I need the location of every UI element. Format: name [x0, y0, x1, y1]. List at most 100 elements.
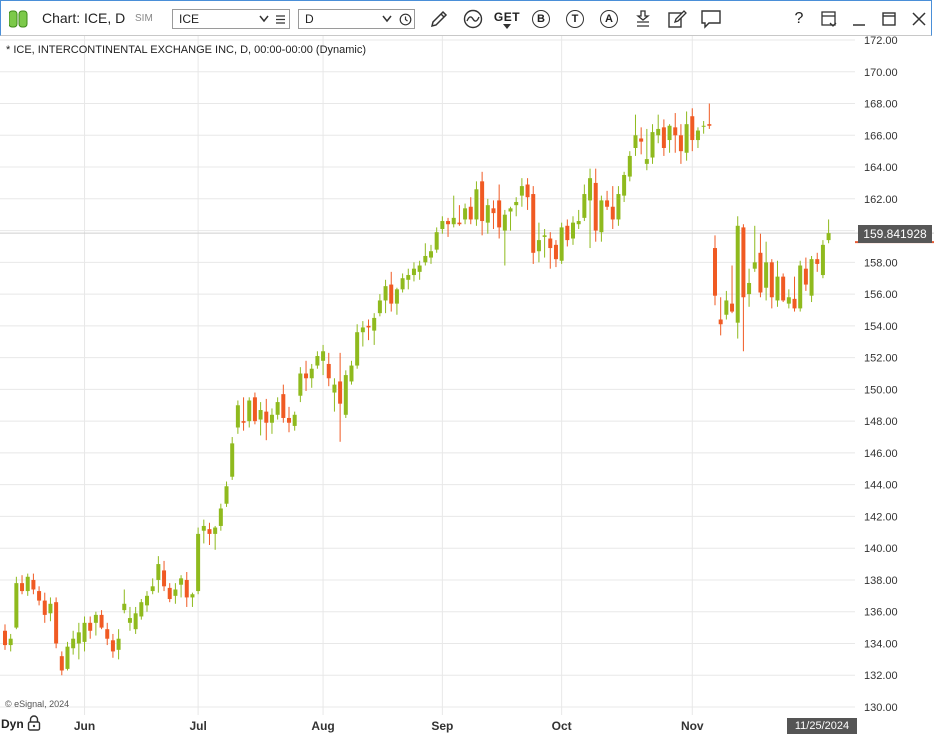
candle-body	[59, 656, 64, 671]
candle-body	[758, 252, 763, 293]
trade-button[interactable]: T	[563, 8, 587, 30]
candle-body	[559, 227, 564, 261]
buy-button[interactable]: B	[529, 8, 553, 30]
alert-label: A	[600, 10, 618, 28]
candle-body	[298, 373, 303, 396]
candle-body	[542, 235, 547, 237]
list-icon[interactable]	[275, 14, 286, 25]
candle-body	[406, 275, 411, 280]
price-chart[interactable]: 130.00 132.00 134.00 136.00 138.00 140.00 142.…	[0, 0, 934, 735]
candle-body	[252, 397, 257, 422]
candle-body	[695, 130, 700, 141]
maximize-icon[interactable]	[877, 8, 901, 30]
candle-body	[809, 259, 814, 296]
candle-body	[747, 282, 752, 295]
candle-body	[71, 638, 76, 649]
candle-body	[690, 116, 695, 141]
candle-body	[417, 265, 422, 272]
candle-body	[735, 225, 740, 323]
interval-input[interactable]: D	[298, 9, 415, 29]
candle-body	[553, 244, 558, 260]
candle-body	[565, 225, 570, 241]
candle-body	[25, 576, 30, 592]
candle-body	[411, 268, 416, 276]
x-tick-label: Jun	[74, 719, 95, 733]
chevron-down-icon[interactable]	[382, 15, 392, 23]
symbol-input[interactable]: ICE	[172, 9, 290, 29]
candle-body	[42, 600, 47, 615]
candle-body	[218, 508, 223, 526]
get-button[interactable]: GET	[493, 8, 521, 30]
candle-body	[508, 208, 513, 212]
dynamic-mode-button[interactable]: Dyn	[1, 717, 24, 731]
candle-body	[162, 570, 167, 587]
candle-body	[110, 640, 115, 652]
candle-body	[474, 189, 479, 220]
close-icon[interactable]	[907, 8, 931, 30]
edit-note-icon[interactable]	[665, 8, 689, 30]
candle-body	[468, 206, 473, 220]
y-tick-label: 170.00	[864, 67, 898, 79]
candle-body	[230, 443, 235, 477]
candle-body	[463, 208, 468, 220]
symbol-value: ICE	[179, 12, 200, 26]
candle-body	[377, 300, 382, 314]
candle-body	[196, 533, 201, 592]
candle-body	[633, 135, 638, 148]
candle-body	[820, 244, 825, 276]
clock-icon[interactable]	[399, 13, 412, 26]
minimize-icon[interactable]	[847, 8, 871, 30]
candle-body	[576, 221, 581, 225]
x-tick-label: Jul	[189, 719, 206, 733]
trade-label: T	[566, 10, 584, 28]
candle-body	[525, 184, 530, 198]
candle-body	[343, 375, 348, 415]
scale-arrows-icon[interactable]	[631, 8, 655, 30]
draw-pencil-icon[interactable]	[427, 8, 451, 30]
candle-body	[269, 414, 274, 423]
candle-body	[190, 594, 195, 598]
candle-body	[826, 233, 831, 241]
get-label: GET	[493, 9, 521, 24]
buy-label: B	[532, 10, 550, 28]
y-tick-label: 148.00	[864, 416, 898, 428]
candle-body	[326, 363, 331, 379]
candle-body	[394, 289, 399, 304]
candle-body	[446, 221, 451, 225]
candle-body	[400, 278, 405, 290]
candle-body	[571, 222, 575, 239]
last-price-label: 159.841928	[858, 225, 932, 243]
alert-button[interactable]: A	[597, 8, 621, 30]
candle-body	[713, 248, 717, 296]
y-tick-label: 158.00	[864, 257, 898, 269]
window-title: Chart: ICE, D	[42, 10, 126, 26]
help-button[interactable]: ?	[787, 8, 811, 30]
study-wave-icon[interactable]	[461, 8, 485, 30]
candle-body	[707, 124, 712, 126]
candle-body	[451, 217, 456, 225]
esignal-logo-icon	[9, 10, 28, 28]
candle-body	[133, 613, 138, 630]
y-tick-label: 130.00	[864, 702, 898, 714]
candle-body	[8, 638, 13, 646]
candle-body	[724, 300, 729, 315]
candle-body	[519, 186, 524, 196]
lock-icon[interactable]	[27, 715, 41, 731]
candle-body	[360, 327, 365, 333]
candle-body	[752, 262, 757, 269]
candle-body	[434, 232, 439, 250]
candle-body	[548, 238, 553, 249]
chat-icon[interactable]	[699, 8, 723, 30]
candle-body	[338, 381, 343, 404]
chevron-down-icon[interactable]	[259, 15, 269, 23]
candle-body	[3, 630, 7, 646]
sim-badge: SIM	[135, 13, 153, 24]
candle-body	[48, 603, 53, 614]
link-window-icon[interactable]	[817, 8, 841, 30]
x-tick-label: Nov	[681, 719, 704, 733]
candle-body	[315, 356, 320, 366]
y-tick-label: 134.00	[864, 638, 898, 650]
y-tick-label: 136.00	[864, 607, 898, 619]
candle-body	[37, 591, 42, 601]
candle-body	[656, 128, 661, 136]
